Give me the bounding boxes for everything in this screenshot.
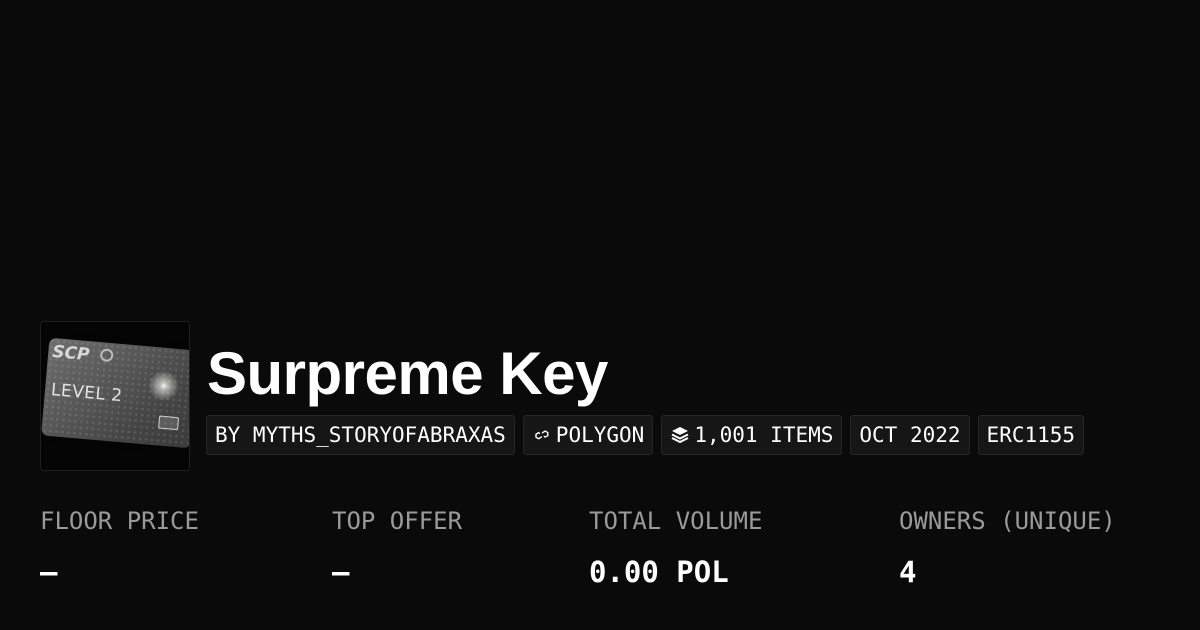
collection-title: Surpreme Key (207, 340, 608, 407)
key-card-artwork: SCP LEVEL 2 (41, 337, 189, 449)
chain-label: POLYGON (555, 423, 645, 447)
card-brand-text: SCP (51, 341, 91, 366)
collection-tags: BY MYTHS_STORYOFABRAXAS POLYGON 1,001 IT… (206, 415, 1085, 455)
standard-label: ERC1155 (986, 423, 1076, 447)
stat-label: FLOOR PRICE (40, 507, 199, 535)
stat-value: – (332, 555, 350, 589)
polygon-icon (532, 426, 552, 444)
stat-top-offer: TOP OFFER – (332, 503, 462, 592)
creator-label: BY MYTHS_STORYOFABRAXAS (215, 423, 506, 447)
chain-tag[interactable]: POLYGON (522, 415, 654, 455)
items-label: 1,001 ITEMS (694, 423, 834, 447)
card-chip (158, 415, 180, 431)
standard-tag: ERC1155 (977, 415, 1085, 455)
items-tag[interactable]: 1,001 ITEMS (661, 415, 843, 455)
layers-icon (670, 426, 690, 444)
collection-image: SCP LEVEL 2 (40, 321, 190, 471)
stat-value: 4 (899, 555, 917, 589)
stat-label: TOTAL VOLUME (589, 507, 763, 535)
stat-label: OWNERS (UNIQUE) (899, 507, 1116, 535)
date-label: OCT 2022 (859, 423, 961, 447)
stat-floor-price: FLOOR PRICE – (40, 503, 199, 592)
stat-total-volume: TOTAL VOLUME 0.00 POL (589, 503, 762, 592)
stat-owners: OWNERS (UNIQUE) 4 (899, 503, 1116, 592)
creator-tag[interactable]: BY MYTHS_STORYOFABRAXAS (206, 415, 515, 455)
date-tag: OCT 2022 (850, 415, 970, 455)
stat-label: TOP OFFER (332, 507, 463, 535)
stat-value: 0.00 POL (589, 555, 729, 589)
stat-value: – (40, 555, 58, 589)
